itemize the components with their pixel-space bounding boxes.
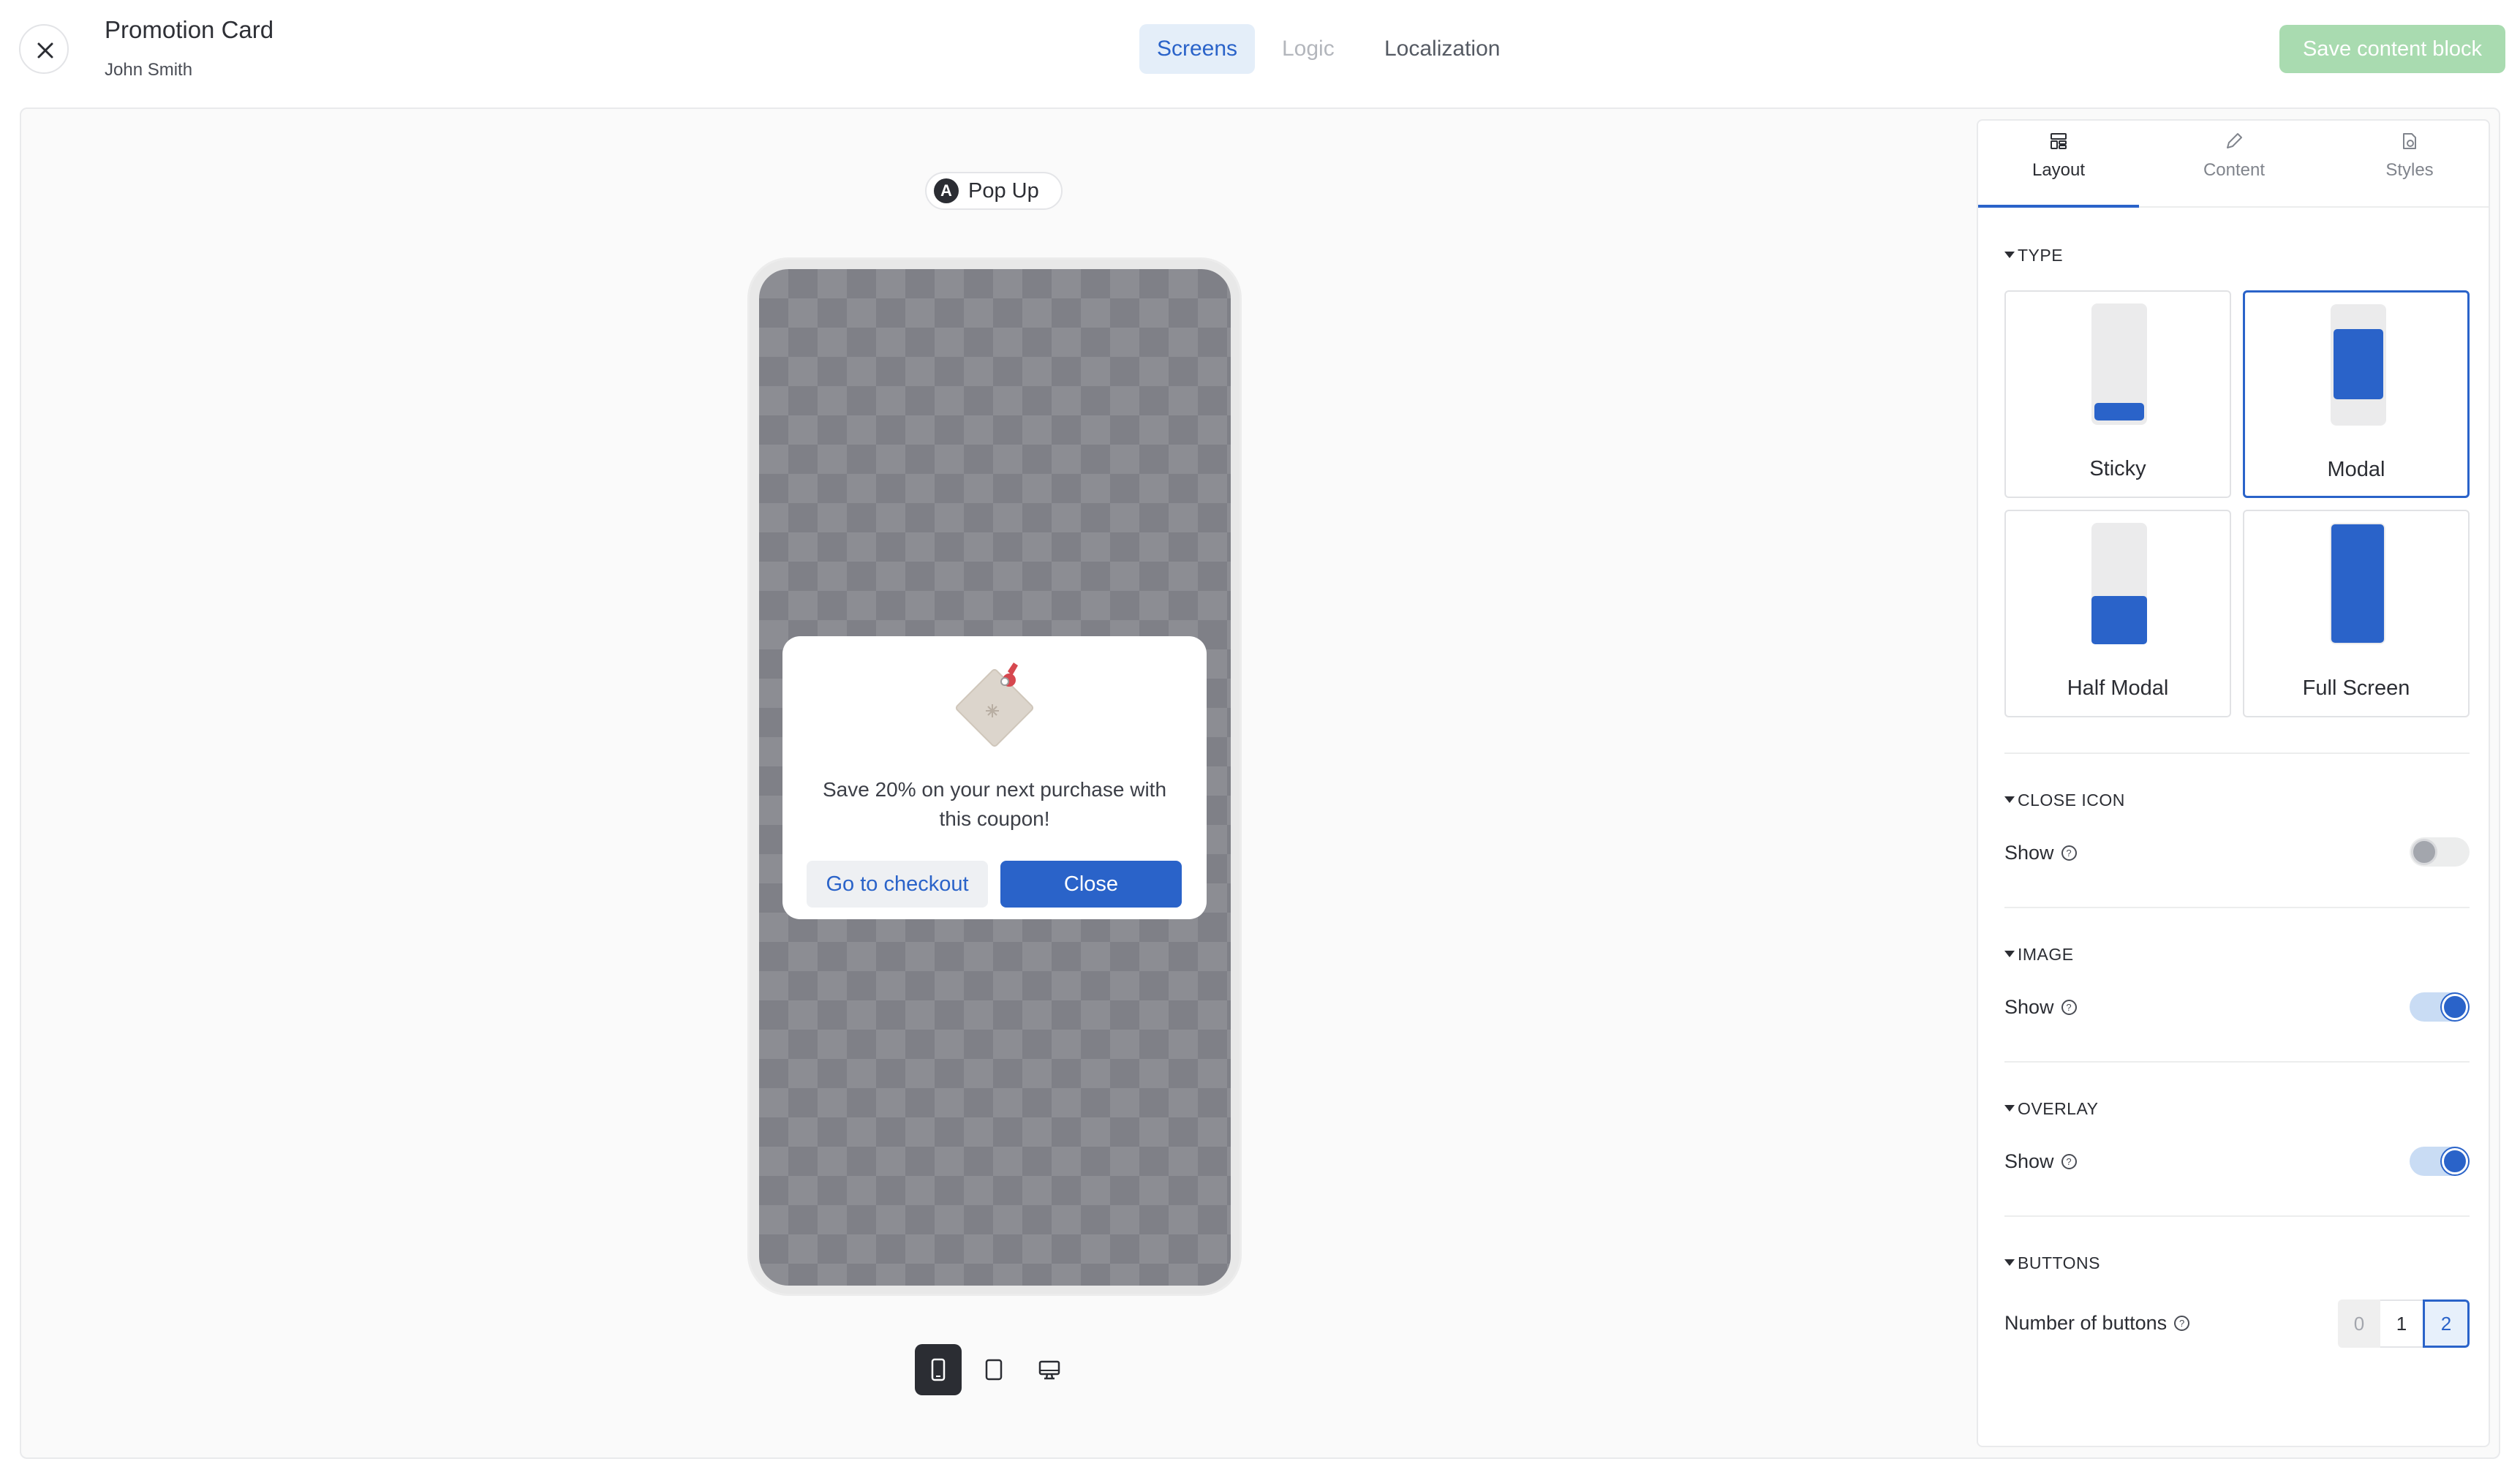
section-divider bbox=[2004, 907, 2470, 908]
variant-badge: A bbox=[934, 178, 959, 203]
button-count-1[interactable]: 1 bbox=[2380, 1299, 2423, 1348]
coupon-tag-icon bbox=[955, 663, 1034, 747]
modal-close-button[interactable]: Close bbox=[1000, 861, 1182, 908]
type-option-full-screen[interactable]: Full Screen bbox=[2243, 510, 2470, 717]
toggle-knob bbox=[2411, 839, 2437, 865]
tablet-icon bbox=[985, 1359, 1003, 1381]
caret-down-icon bbox=[2004, 1259, 2015, 1267]
styles-icon bbox=[2403, 133, 2416, 149]
settings-panel: Layout Content Styles TYPE Sticky Modal bbox=[1977, 119, 2490, 1447]
device-tablet-button[interactable] bbox=[970, 1344, 1017, 1395]
section-divider bbox=[2004, 1215, 2470, 1217]
help-icon[interactable]: ? bbox=[2061, 1154, 2077, 1169]
save-content-block-button[interactable]: Save content block bbox=[2279, 25, 2505, 73]
section-divider bbox=[2004, 752, 2470, 754]
buttons-section-heading[interactable]: BUTTONS bbox=[2004, 1253, 2100, 1273]
tab-content-label: Content bbox=[2203, 160, 2266, 180]
button-count-0[interactable]: 0 bbox=[2338, 1299, 2380, 1348]
sticky-preview-icon bbox=[2091, 303, 2147, 425]
modal-message: Save 20% on your next purchase with this… bbox=[822, 778, 1167, 830]
overlay-toggle[interactable] bbox=[2410, 1147, 2470, 1176]
image-show-label: Show ? bbox=[2004, 996, 2077, 1019]
show-label: Show bbox=[2004, 996, 2054, 1018]
tab-logic[interactable]: Logic bbox=[1282, 24, 1335, 74]
close-icon bbox=[37, 42, 53, 59]
type-option-modal[interactable]: Modal bbox=[2243, 290, 2470, 498]
type-heading-label: TYPE bbox=[2018, 246, 2064, 265]
close-icon-heading-label: CLOSE ICON bbox=[2018, 791, 2125, 810]
type-option-label: Full Screen bbox=[2302, 676, 2410, 700]
tab-content[interactable]: Content bbox=[2154, 131, 2315, 181]
tab-styles-label: Styles bbox=[2385, 160, 2434, 180]
help-icon[interactable]: ? bbox=[2061, 845, 2077, 861]
go-to-checkout-button[interactable]: Go to checkout bbox=[807, 861, 988, 908]
device-phone-button[interactable] bbox=[915, 1344, 962, 1395]
section-divider bbox=[2004, 1061, 2470, 1063]
caret-down-icon bbox=[2004, 1105, 2015, 1112]
tab-layout-label: Layout bbox=[2032, 160, 2086, 180]
modal-preview: Save 20% on your next purchase with this… bbox=[782, 636, 1207, 919]
half-modal-preview-icon bbox=[2091, 523, 2147, 644]
modal-preview-icon bbox=[2331, 304, 2386, 426]
tab-styles[interactable]: Styles bbox=[2329, 131, 2490, 181]
phone-icon bbox=[931, 1358, 946, 1381]
type-option-sticky[interactable]: Sticky bbox=[2004, 290, 2231, 498]
type-option-half-modal[interactable]: Half Modal bbox=[2004, 510, 2231, 717]
chip-label: Pop Up bbox=[968, 178, 1039, 203]
type-option-label: Sticky bbox=[2089, 457, 2146, 480]
close-icon-show-label: Show ? bbox=[2004, 842, 2077, 864]
toggle-knob bbox=[2442, 994, 2468, 1020]
type-section-heading[interactable]: TYPE bbox=[2004, 246, 2063, 265]
overlay-section-heading[interactable]: OVERLAY bbox=[2004, 1099, 2098, 1119]
image-toggle[interactable] bbox=[2410, 992, 2470, 1022]
message-type-chip: A Pop Up bbox=[925, 172, 1063, 210]
buttons-heading-label: BUTTONS bbox=[2018, 1253, 2100, 1272]
button-count-2[interactable]: 2 bbox=[2423, 1299, 2470, 1348]
page-subtitle: John Smith bbox=[105, 60, 193, 80]
caret-down-icon bbox=[2004, 252, 2015, 259]
pencil-icon bbox=[2227, 133, 2242, 148]
overlay-heading-label: OVERLAY bbox=[2018, 1099, 2099, 1118]
full-screen-preview-icon bbox=[2330, 523, 2385, 644]
close-icon-section-heading[interactable]: CLOSE ICON bbox=[2004, 791, 2125, 810]
type-option-label: Half Modal bbox=[2067, 676, 2169, 700]
close-icon-toggle[interactable] bbox=[2410, 837, 2470, 867]
help-icon[interactable]: ? bbox=[2174, 1316, 2190, 1331]
device-desktop-button[interactable] bbox=[1026, 1344, 1073, 1395]
help-icon[interactable]: ? bbox=[2061, 1000, 2077, 1015]
toggle-knob bbox=[2442, 1148, 2468, 1174]
image-heading-label: IMAGE bbox=[2018, 945, 2074, 964]
tab-localization[interactable]: Localization bbox=[1384, 24, 1500, 74]
active-tab-indicator bbox=[1978, 205, 2139, 208]
show-label: Show bbox=[2004, 842, 2054, 864]
overlay-show-label: Show ? bbox=[2004, 1150, 2077, 1173]
tab-screens[interactable]: Screens bbox=[1139, 24, 1255, 74]
caret-down-icon bbox=[2004, 951, 2015, 958]
close-editor-button[interactable] bbox=[19, 24, 69, 74]
desktop-icon bbox=[1038, 1360, 1060, 1380]
show-label: Show bbox=[2004, 1150, 2054, 1172]
number-of-buttons-label: Number of buttons ? bbox=[2004, 1312, 2190, 1335]
number-of-buttons-selector: 0 1 2 bbox=[2338, 1299, 2470, 1348]
page-title: Promotion Card bbox=[105, 16, 274, 43]
image-section-heading[interactable]: IMAGE bbox=[2004, 945, 2074, 965]
type-option-label: Modal bbox=[2327, 458, 2385, 481]
number-of-buttons-text: Number of buttons bbox=[2004, 1312, 2168, 1334]
tab-layout[interactable]: Layout bbox=[1978, 131, 2139, 181]
caret-down-icon bbox=[2004, 796, 2015, 804]
layout-icon bbox=[2051, 133, 2067, 149]
